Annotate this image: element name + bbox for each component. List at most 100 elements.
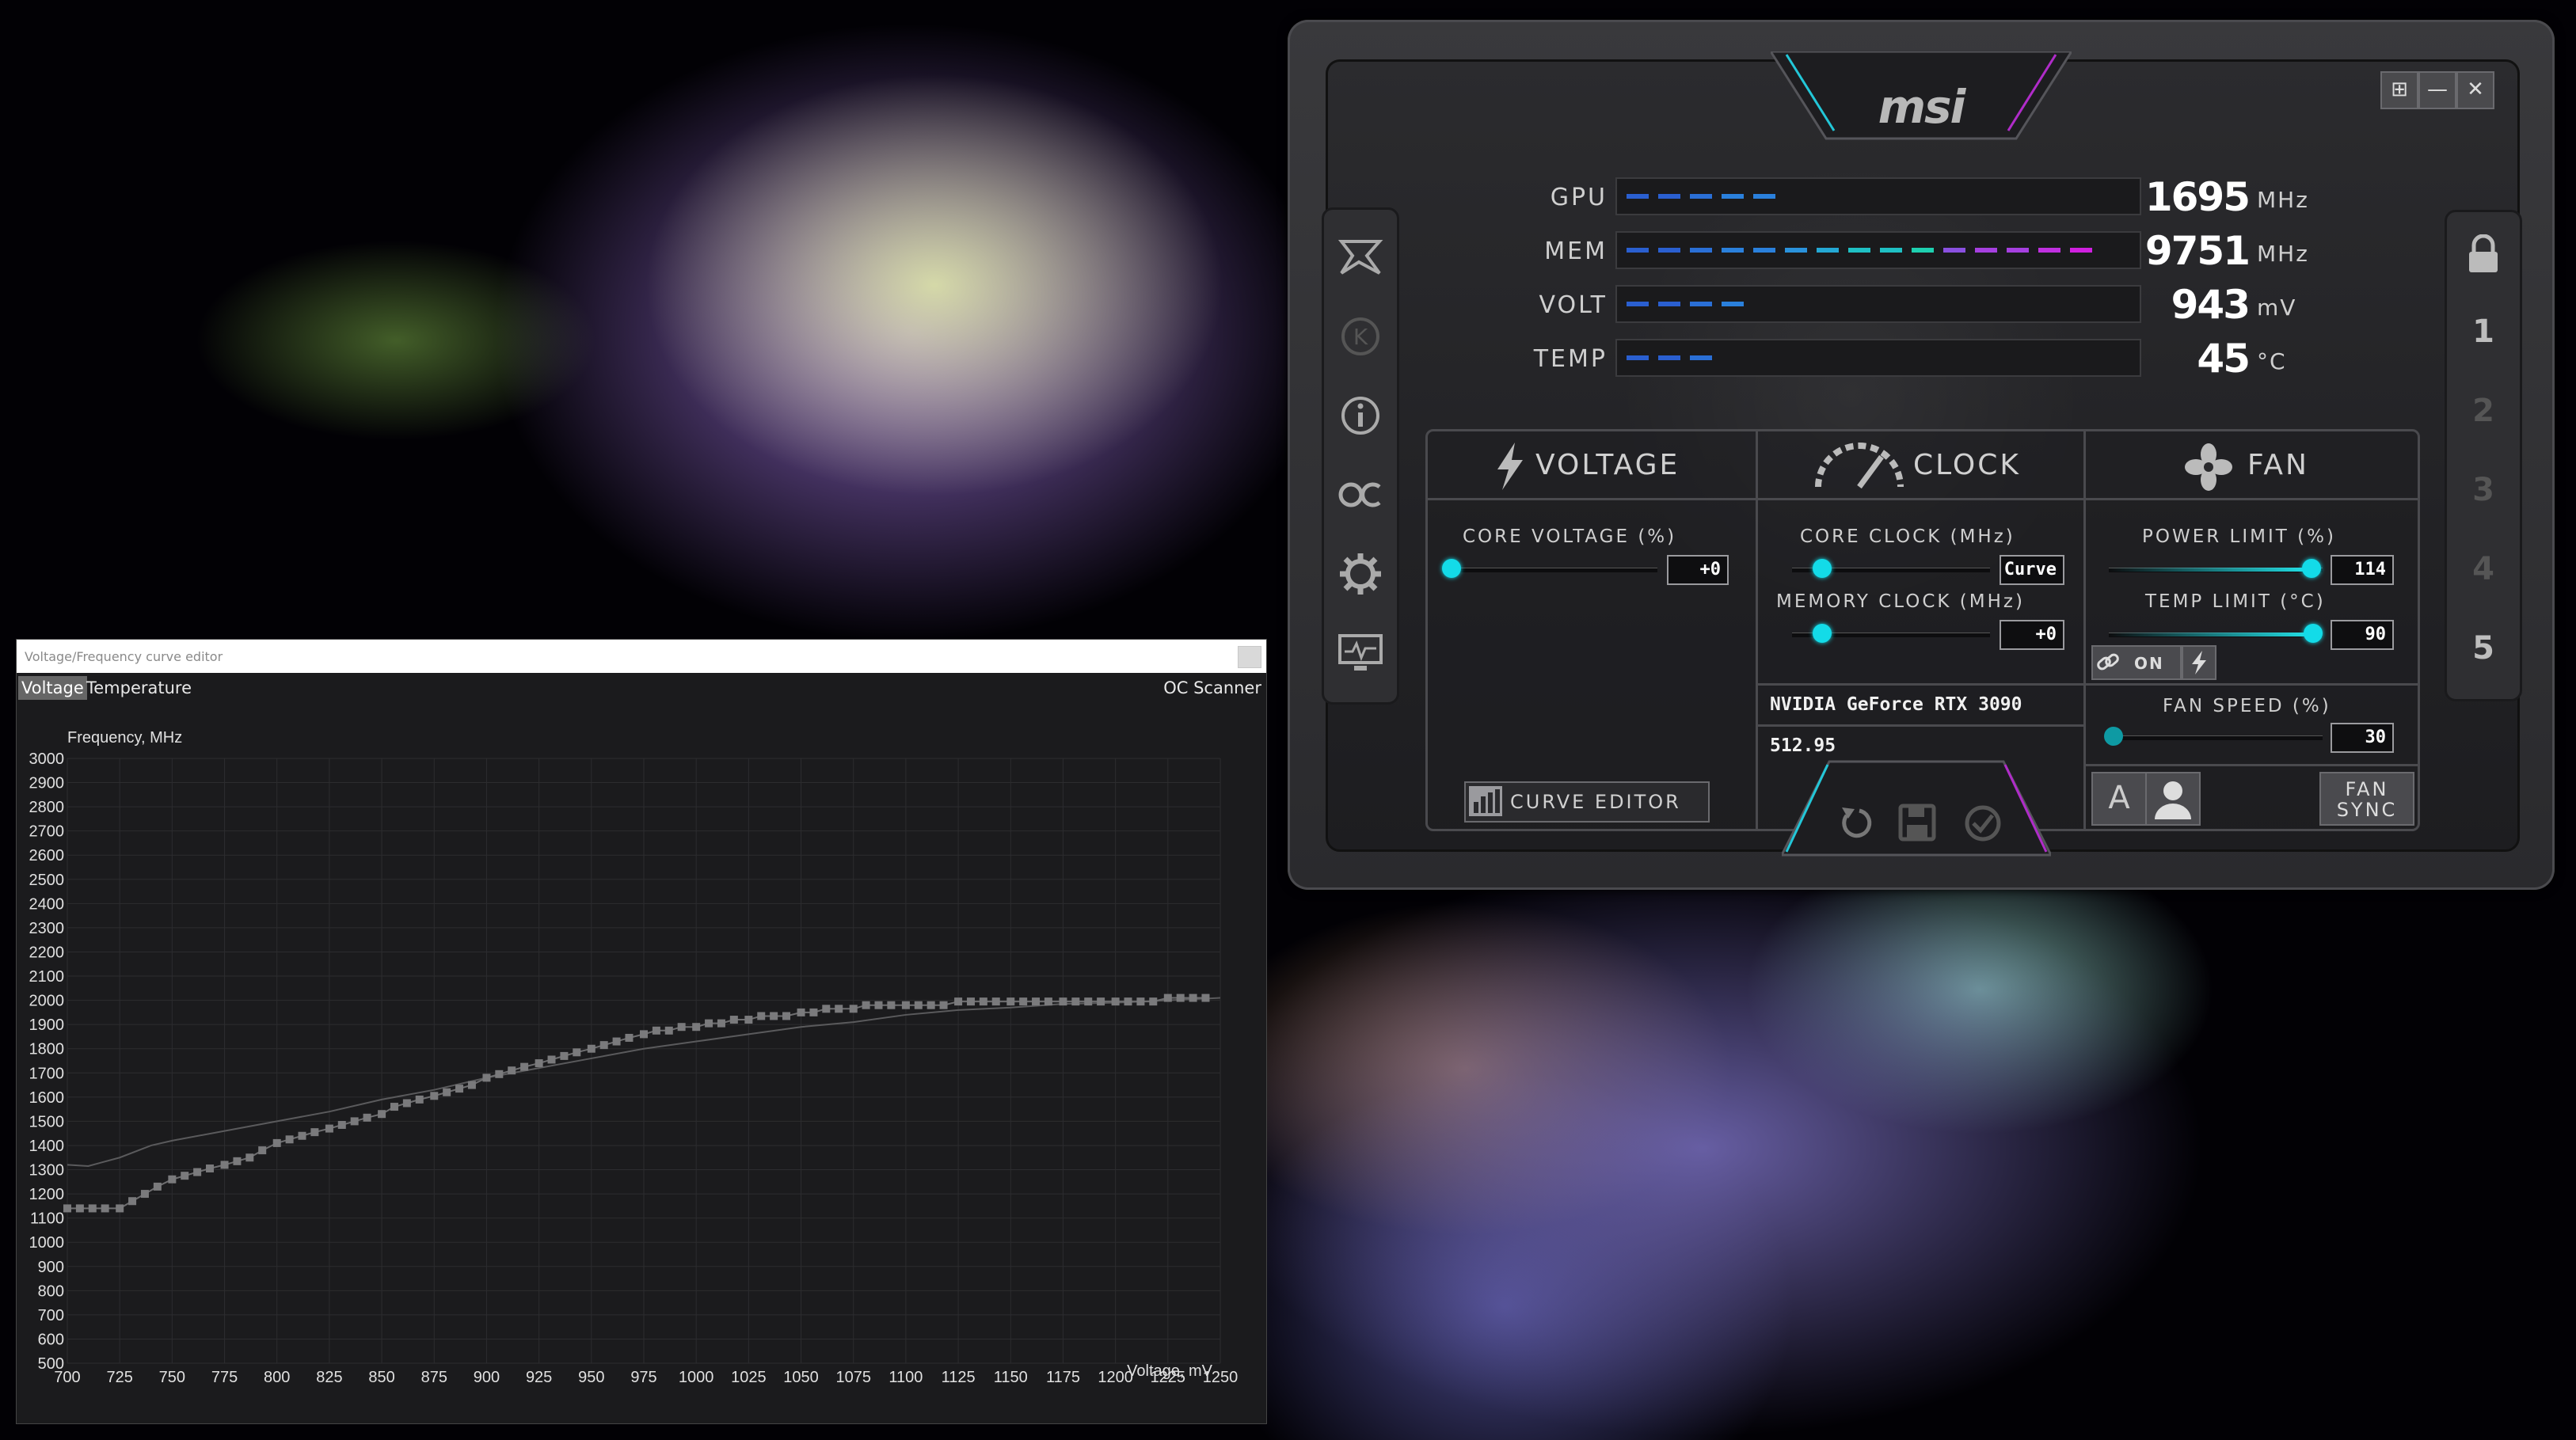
y-tick-label: 2400 xyxy=(29,895,65,913)
close-button[interactable]: ✕ xyxy=(2456,71,2494,109)
profile-3-button[interactable]: 3 xyxy=(2447,472,2520,508)
memory-clock-value[interactable]: +0 xyxy=(2000,620,2064,650)
oc-scanner-icon[interactable] xyxy=(1335,469,1386,520)
core-clock-slider-knob[interactable] xyxy=(1813,559,1832,578)
curve-editor-button-label: CURVE EDITOR xyxy=(1510,791,1681,813)
gpu-meter-label: GPU xyxy=(1550,184,1608,211)
curve-point xyxy=(430,1092,439,1100)
clock-title: CLOCK xyxy=(1913,449,2021,481)
fan-speed-slider[interactable] xyxy=(2109,735,2323,740)
meter-segment xyxy=(1690,302,1712,306)
profile-5-button[interactable]: 5 xyxy=(2447,630,2520,667)
temp-limit-slider-fill xyxy=(2109,633,2313,636)
fan-speed-value[interactable]: 30 xyxy=(2331,723,2394,753)
curve-point xyxy=(640,1030,648,1039)
fan-user-button[interactable] xyxy=(2145,772,2201,826)
y-tick-label: 1000 xyxy=(29,1234,65,1252)
y-tick-label: 2600 xyxy=(29,847,65,864)
meter-segment xyxy=(1627,194,1649,199)
power-boost-button[interactable] xyxy=(2182,645,2216,680)
oc-scanner-button[interactable]: OC Scanner xyxy=(1160,676,1265,700)
speedometer-icon xyxy=(1815,443,1904,489)
x-tick-label: 825 xyxy=(316,1369,342,1386)
vf-curve-line xyxy=(67,997,1206,1210)
curve-point xyxy=(797,1008,805,1016)
x-tick-label: 1075 xyxy=(835,1369,871,1386)
curve-point xyxy=(599,1041,608,1050)
meter-segment xyxy=(1658,248,1680,253)
y-tick-label: 1300 xyxy=(29,1162,65,1180)
fan-auto-button[interactable]: A xyxy=(2091,772,2147,826)
memory-clock-slider-knob[interactable] xyxy=(1813,624,1832,643)
curve-point xyxy=(193,1168,202,1176)
link-toggle-button[interactable]: ON xyxy=(2091,645,2182,680)
x-tick-label: 850 xyxy=(368,1369,394,1386)
curve-editor-titlebar[interactable]: Voltage/Frequency curve editor xyxy=(17,640,1266,673)
fan-auto-label: A xyxy=(2108,780,2130,816)
y-tick-label: 600 xyxy=(38,1331,64,1348)
apply-check-icon[interactable] xyxy=(1964,804,2002,842)
y-tick-label: 1500 xyxy=(29,1113,65,1130)
vf-curve-chart[interactable]: 5006007008009001000110012001300140015001… xyxy=(17,705,1266,1423)
curve-point xyxy=(809,1008,818,1016)
meter-segment xyxy=(1912,248,1934,253)
curve-point xyxy=(914,1001,923,1009)
fan-icon xyxy=(2185,443,2232,491)
minimize-button[interactable]: — xyxy=(2418,71,2456,109)
svg-text:K: K xyxy=(1353,324,1368,350)
y-tick-label: 1600 xyxy=(29,1089,65,1107)
power-limit-slider-knob[interactable] xyxy=(2302,559,2321,578)
tab-voltage[interactable]: Voltage xyxy=(18,676,87,700)
fan-sync-label-2: SYNC xyxy=(2336,799,2398,821)
profile-2-button[interactable]: 2 xyxy=(2447,393,2520,429)
fan-sync-button[interactable]: FAN SYNC xyxy=(2319,772,2414,826)
temp-limit-label: TEMP LIMIT (°C) xyxy=(2145,591,2326,612)
curve-point xyxy=(835,1005,843,1013)
curve-point xyxy=(1044,997,1052,1006)
lightning-icon xyxy=(2192,651,2206,674)
lock-icon[interactable] xyxy=(2466,234,2501,275)
settings-gear-icon[interactable] xyxy=(1335,549,1386,599)
core-clock-value[interactable]: Curve xyxy=(2000,555,2064,585)
curve-point xyxy=(901,1001,910,1009)
power-limit-value[interactable]: 114 xyxy=(2331,555,2394,585)
clock-header: CLOCK xyxy=(1758,431,2083,500)
lightning-icon xyxy=(1497,443,1523,490)
curve-point xyxy=(757,1012,766,1020)
link-chain-icon xyxy=(2097,653,2119,671)
afterburner-logo-icon[interactable] xyxy=(1335,232,1386,283)
x-tick-label: 875 xyxy=(421,1369,447,1386)
temp-meter-label: TEMP xyxy=(1533,345,1608,373)
meter-segment xyxy=(2007,248,2029,253)
tab-temperature[interactable]: Temperature xyxy=(83,676,195,700)
curve-point xyxy=(705,1019,713,1028)
gpu-name: NVIDIA GeForce RTX 3090 xyxy=(1770,694,2022,715)
x-tick-label: 925 xyxy=(526,1369,552,1386)
curve-point xyxy=(1084,997,1093,1006)
temp-limit-value[interactable]: 90 xyxy=(2331,620,2394,650)
core-voltage-slider-knob[interactable] xyxy=(1442,559,1461,578)
curve-point xyxy=(1111,997,1120,1006)
save-icon[interactable] xyxy=(1897,803,1937,842)
curve-point xyxy=(520,1062,529,1071)
y-tick-label: 1200 xyxy=(29,1186,65,1203)
curve-editor-button[interactable]: CURVE EDITOR xyxy=(1464,781,1710,823)
meter-segment xyxy=(1658,355,1680,360)
fan-speed-slider-knob[interactable] xyxy=(2104,727,2123,746)
monitor-icon[interactable] xyxy=(1335,628,1386,678)
temp-limit-slider-knob[interactable] xyxy=(2304,624,2323,643)
reset-icon[interactable] xyxy=(1837,804,1875,842)
curve-point xyxy=(116,1204,124,1213)
kombustor-icon[interactable]: K xyxy=(1335,311,1386,362)
windows-icon[interactable]: ⊞ xyxy=(2380,71,2418,109)
curve-editor-close-button[interactable] xyxy=(1238,646,1261,668)
msi-logo: msi xyxy=(1878,80,1966,134)
x-tick-label: 1025 xyxy=(731,1369,767,1386)
info-icon[interactable] xyxy=(1335,390,1386,441)
curve-point xyxy=(535,1059,543,1068)
core-voltage-slider[interactable] xyxy=(1452,568,1657,572)
x-tick-label: 750 xyxy=(159,1369,185,1386)
profile-4-button[interactable]: 4 xyxy=(2447,551,2520,587)
profile-1-button[interactable]: 1 xyxy=(2447,313,2520,350)
core-voltage-value[interactable]: +0 xyxy=(1667,555,1729,585)
